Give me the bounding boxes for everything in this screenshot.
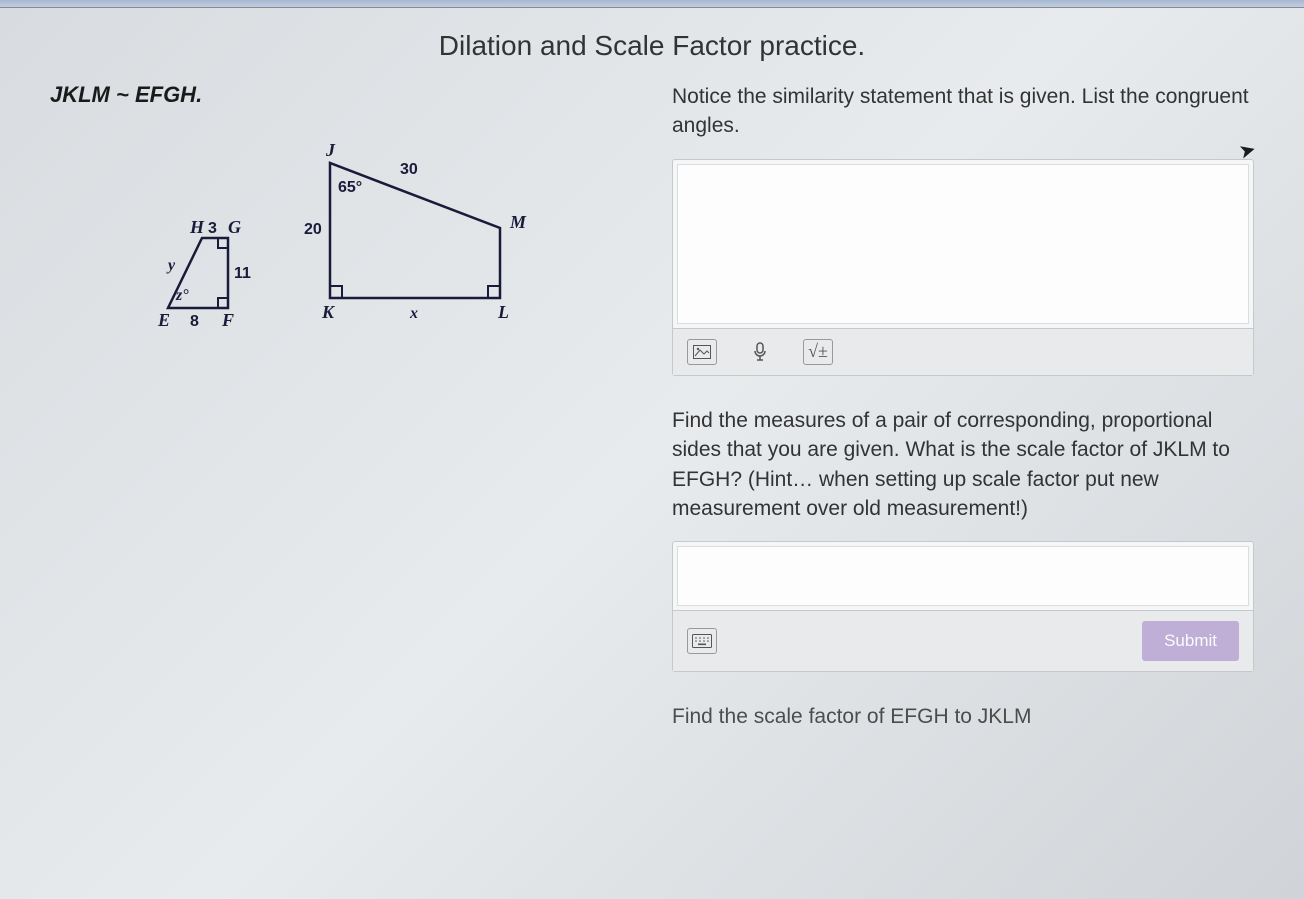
page-title: Dilation and Scale Factor practice. (0, 0, 1304, 82)
label-angleJ: 65° (338, 179, 362, 196)
submit-button[interactable]: Submit (1142, 621, 1239, 661)
similarity-statement: JKLM ~ EFGH. (50, 82, 632, 108)
image-icon[interactable] (687, 339, 717, 365)
keyboard-icon[interactable] (687, 628, 717, 654)
label-M: M (509, 212, 527, 232)
label-JM: 30 (400, 161, 418, 178)
q1-answer-input[interactable] (677, 164, 1249, 324)
label-GF: 11 (234, 265, 251, 282)
math-editor-icon[interactable]: √± (803, 339, 833, 365)
q3-prompt: Find the scale factor of EFGH to JKLM (672, 702, 1254, 731)
label-G: G (228, 217, 241, 237)
diagram-jklm: 65° J 30 M 20 K x L (300, 148, 540, 328)
label-H: H (189, 217, 205, 237)
q2-answer-input[interactable] (677, 546, 1249, 606)
q1-prompt: Notice the similarity statement that is … (672, 82, 1254, 141)
diagram-efgh: H 3 G 11 y z° E 8 F (150, 208, 260, 328)
q2-toolbar: Submit (673, 610, 1253, 671)
left-panel: JKLM ~ EFGH. H 3 G 11 y z° E 8 F (50, 82, 652, 750)
label-EF: 8 (190, 313, 199, 330)
label-z: z° (175, 287, 189, 304)
label-J: J (325, 140, 336, 160)
window-top-strip (0, 0, 1304, 8)
q2-answer-box: Submit (672, 541, 1254, 672)
label-JK: 20 (304, 221, 322, 238)
geometry-diagrams: H 3 G 11 y z° E 8 F 65° J 3 (50, 148, 632, 328)
label-K: K (321, 302, 336, 322)
label-F: F (221, 310, 234, 330)
label-y: y (166, 257, 176, 274)
label-HG: 3 (208, 220, 217, 237)
q2-prompt: Find the measures of a pair of correspon… (672, 406, 1254, 524)
label-x: x (409, 305, 418, 322)
main-container: JKLM ~ EFGH. H 3 G 11 y z° E 8 F (0, 82, 1304, 750)
q1-answer-box: √± (672, 159, 1254, 376)
label-E: E (157, 310, 170, 330)
microphone-icon[interactable] (745, 339, 775, 365)
label-L: L (497, 302, 509, 322)
right-panel: Notice the similarity statement that is … (652, 82, 1254, 750)
q1-toolbar: √± (673, 328, 1253, 375)
